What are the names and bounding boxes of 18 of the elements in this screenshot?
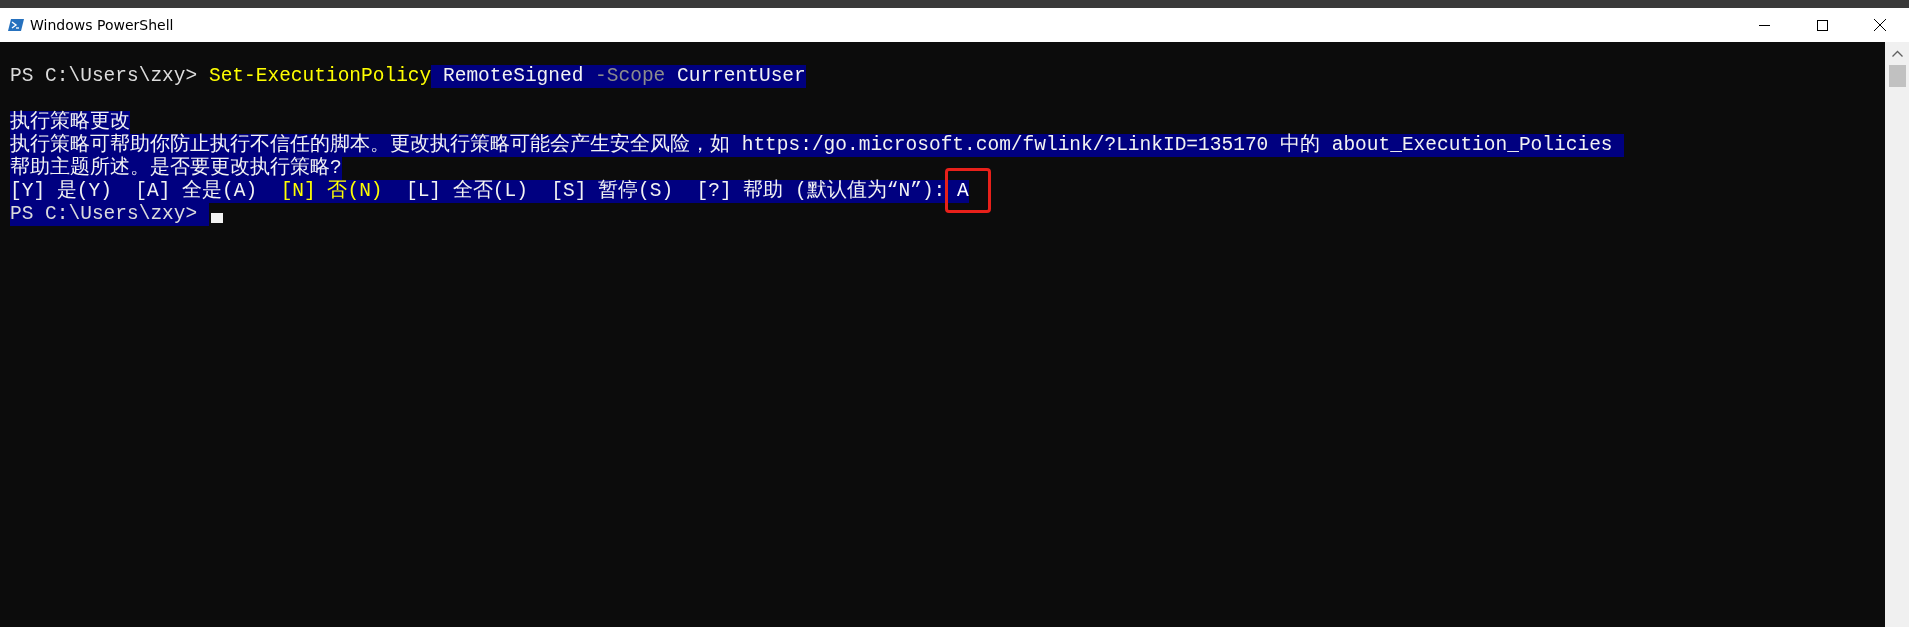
output-text: [L] 全否(L) [S] 暂停(S) [?] 帮助 (默认值为“N”): (382, 180, 958, 203)
output-text: 执行策略更改 (10, 111, 130, 134)
prompt-text: PS C:\Users\zxy> (10, 65, 199, 88)
argument-text: CurrentUser (665, 65, 806, 88)
close-icon (1874, 19, 1886, 31)
scrollbar[interactable] (1885, 42, 1909, 627)
scrollbar-thumb[interactable] (1888, 65, 1906, 87)
output-text: 执行策略可帮助你防止执行不信任的脚本。更改执行策略可能会产生安全风险，如 https:/go.microsoft.com/fwlink/?LinkID=135170 中的 about_Execution_Policies (10, 134, 1625, 157)
window-title: Windows PowerShell (30, 17, 175, 33)
option-text: [N] 否(N) (280, 180, 383, 203)
parameter-text: -Scope (595, 65, 666, 88)
maximize-icon (1816, 19, 1828, 31)
terminal-icon (8, 18, 24, 32)
argument-text: RemoteSigned (431, 65, 596, 88)
command-text: Set-ExecutionPolicy (208, 65, 432, 88)
output-text: [Y] 是(Y) [A] 全是(A) (10, 180, 281, 203)
output-text: 帮助主题所述。是否要更改执行策略? (10, 157, 342, 180)
prompt-text: PS C:\Users\zxy> (10, 203, 209, 226)
